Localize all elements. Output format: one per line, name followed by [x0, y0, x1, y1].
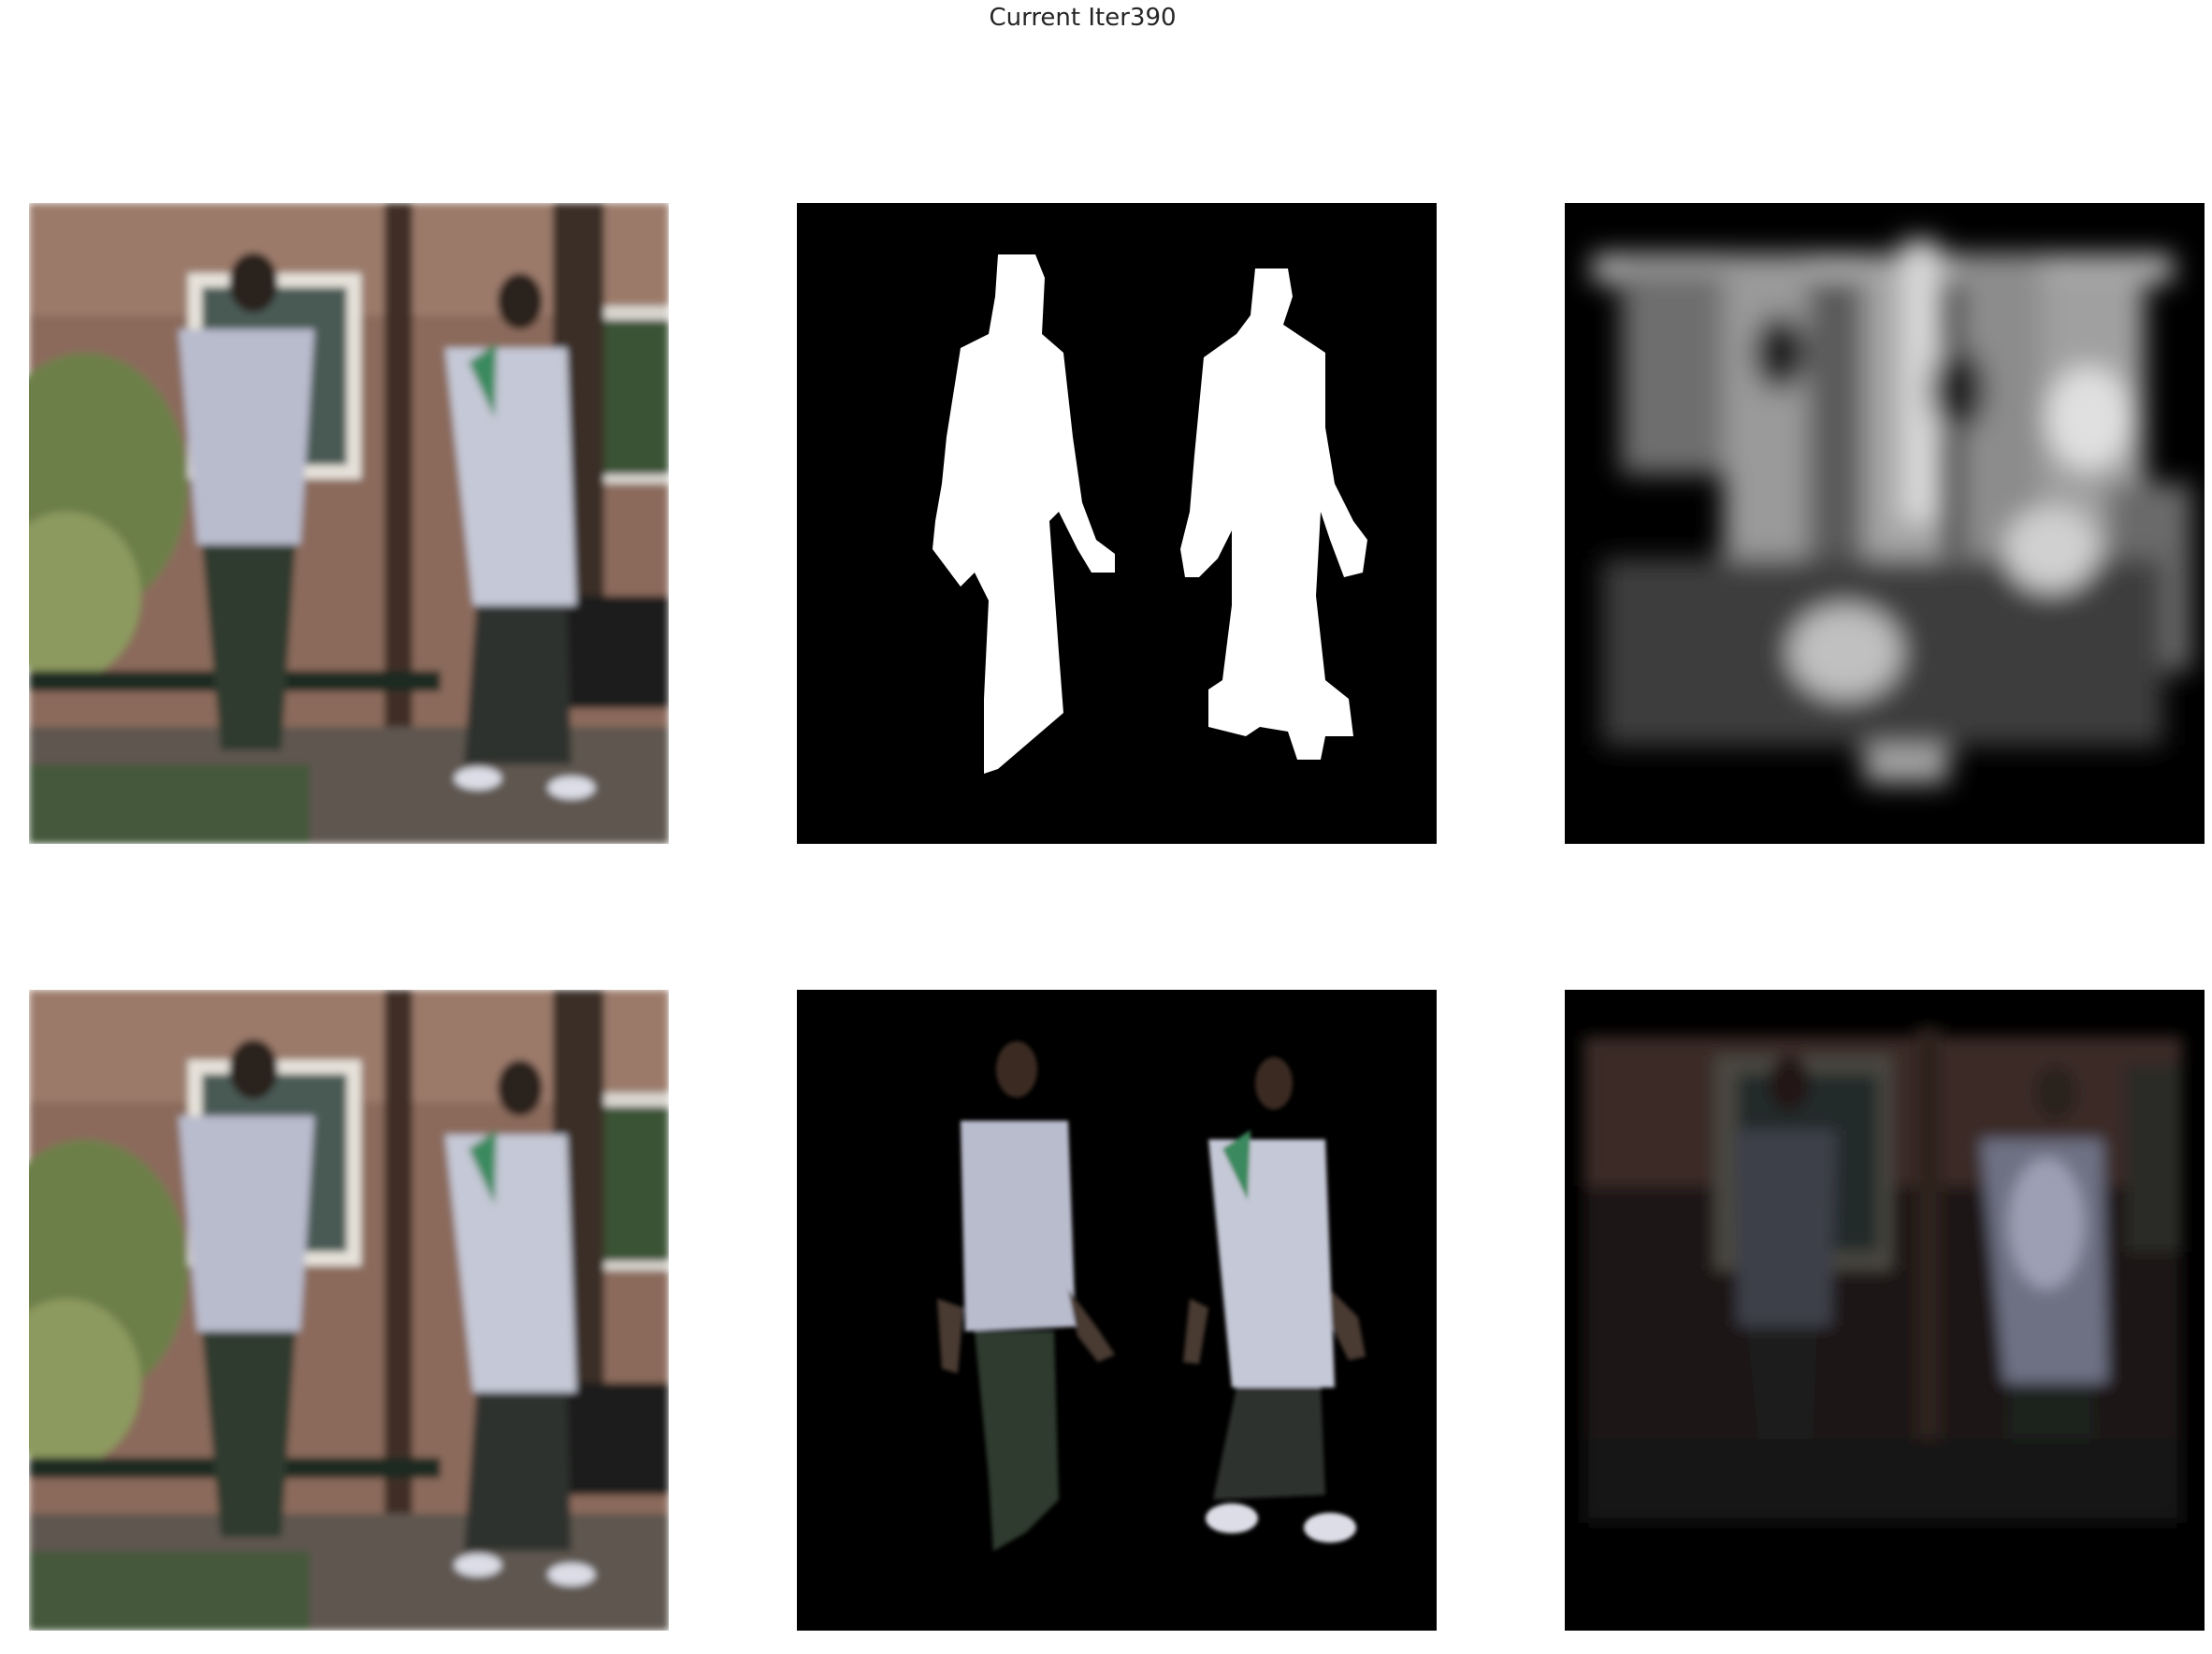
input-image	[29, 203, 669, 844]
reconstruction-blobs	[1583, 1027, 2182, 1523]
masked-foreground-panel	[797, 990, 1437, 1631]
input-image-panel	[29, 203, 669, 844]
reconstruction	[1565, 990, 2205, 1631]
scene-photo	[29, 203, 669, 844]
figure-title: Current Iter390	[989, 4, 1177, 32]
ground-truth-mask-panel	[797, 203, 1437, 844]
input-image-panel-2	[29, 990, 669, 1631]
scene-photo	[29, 990, 669, 1631]
ground-truth-mask	[797, 203, 1437, 844]
predicted-mask-panel	[1565, 203, 2205, 844]
reconstruction-panel	[1565, 990, 2205, 1631]
masked-foreground	[797, 990, 1437, 1631]
input-image	[29, 990, 669, 1631]
predicted-mask	[1565, 203, 2205, 844]
